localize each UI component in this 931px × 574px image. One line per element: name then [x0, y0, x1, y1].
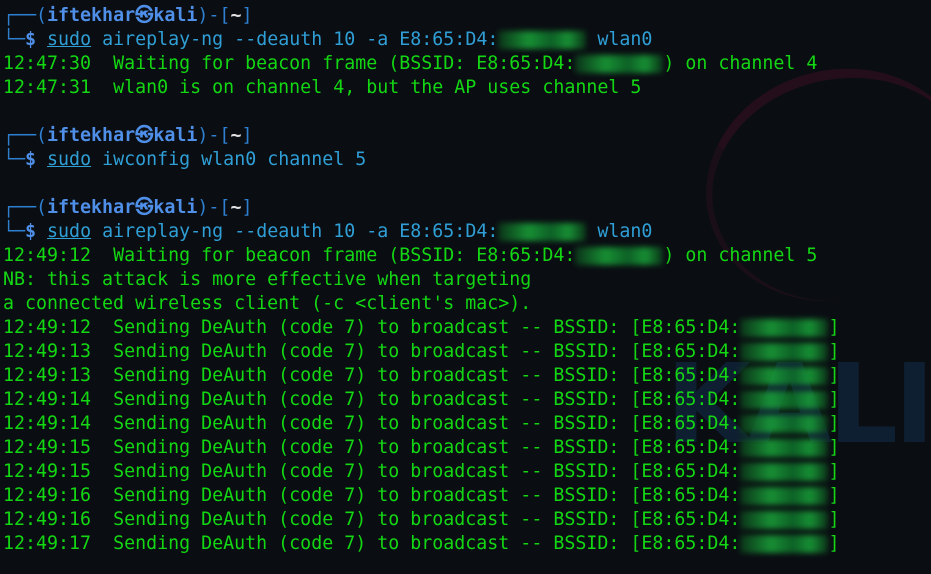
deauth-line: 12:49:17 Sending DeAuth (code 7) to broa… [3, 533, 840, 554]
prompt-line-2: ┌──(iftekhar㉿kali)-[~] [3, 125, 253, 146]
command-line-3: └─$ sudo aireplay-ng --deauth 10 -a E8:6… [3, 221, 653, 242]
command-line-1: └─$ sudo aireplay-ng --deauth 10 -a E8:6… [3, 29, 653, 50]
redacted-mac [498, 31, 587, 49]
prompt-line-3: ┌──(iftekhar㉿kali)-[~] [3, 197, 253, 218]
kali-at-icon: ㉿ [135, 197, 154, 218]
redacted-mac [575, 55, 664, 73]
deauth-line: 12:49:14 Sending DeAuth (code 7) to broa… [3, 389, 840, 410]
redacted-mac [740, 415, 829, 433]
redacted-mac [740, 463, 829, 481]
deauth-line: 12:49:16 Sending DeAuth (code 7) to broa… [3, 485, 840, 506]
deauth-output-list: 12:49:12 Sending DeAuth (code 7) to broa… [3, 316, 931, 556]
kali-at-icon: ㉿ [135, 5, 154, 26]
redacted-mac [740, 343, 829, 361]
deauth-line: 12:49:15 Sending DeAuth (code 7) to broa… [3, 437, 840, 458]
prompt-line-1: ┌──(iftekhar㉿kali)-[~] [3, 5, 253, 26]
redacted-mac [498, 223, 587, 241]
redacted-mac [740, 439, 829, 457]
redacted-mac [575, 247, 664, 265]
redacted-mac [740, 511, 829, 529]
output-line: 12:49:12 Waiting for beacon frame (BSSID… [3, 245, 818, 266]
deauth-line: 12:49:13 Sending DeAuth (code 7) to broa… [3, 341, 840, 362]
deauth-line: 12:49:16 Sending DeAuth (code 7) to broa… [3, 509, 840, 530]
output-line: a connected wireless client (-c <client'… [3, 293, 532, 314]
deauth-line: 12:49:14 Sending DeAuth (code 7) to broa… [3, 413, 840, 434]
deauth-line: 12:49:15 Sending DeAuth (code 7) to broa… [3, 461, 840, 482]
deauth-line: 12:49:13 Sending DeAuth (code 7) to broa… [3, 365, 840, 386]
redacted-mac [740, 487, 829, 505]
kali-at-icon: ㉿ [135, 125, 154, 146]
redacted-mac [740, 367, 829, 385]
deauth-line: 12:49:12 Sending DeAuth (code 7) to broa… [3, 317, 840, 338]
redacted-mac [740, 391, 829, 409]
output-line: NB: this attack is more effective when t… [3, 269, 532, 290]
output-line: 12:47:31 wlan0 is on channel 4, but the … [3, 77, 642, 98]
redacted-mac [740, 535, 829, 553]
redacted-mac [740, 319, 829, 337]
terminal-output[interactable]: ┌──(iftekhar㉿kali)-[~] └─$ sudo aireplay… [3, 4, 931, 556]
command-line-2: └─$ sudo iwconfig wlan0 channel 5 [3, 149, 367, 170]
output-line: 12:47:30 Waiting for beacon frame (BSSID… [3, 53, 818, 74]
